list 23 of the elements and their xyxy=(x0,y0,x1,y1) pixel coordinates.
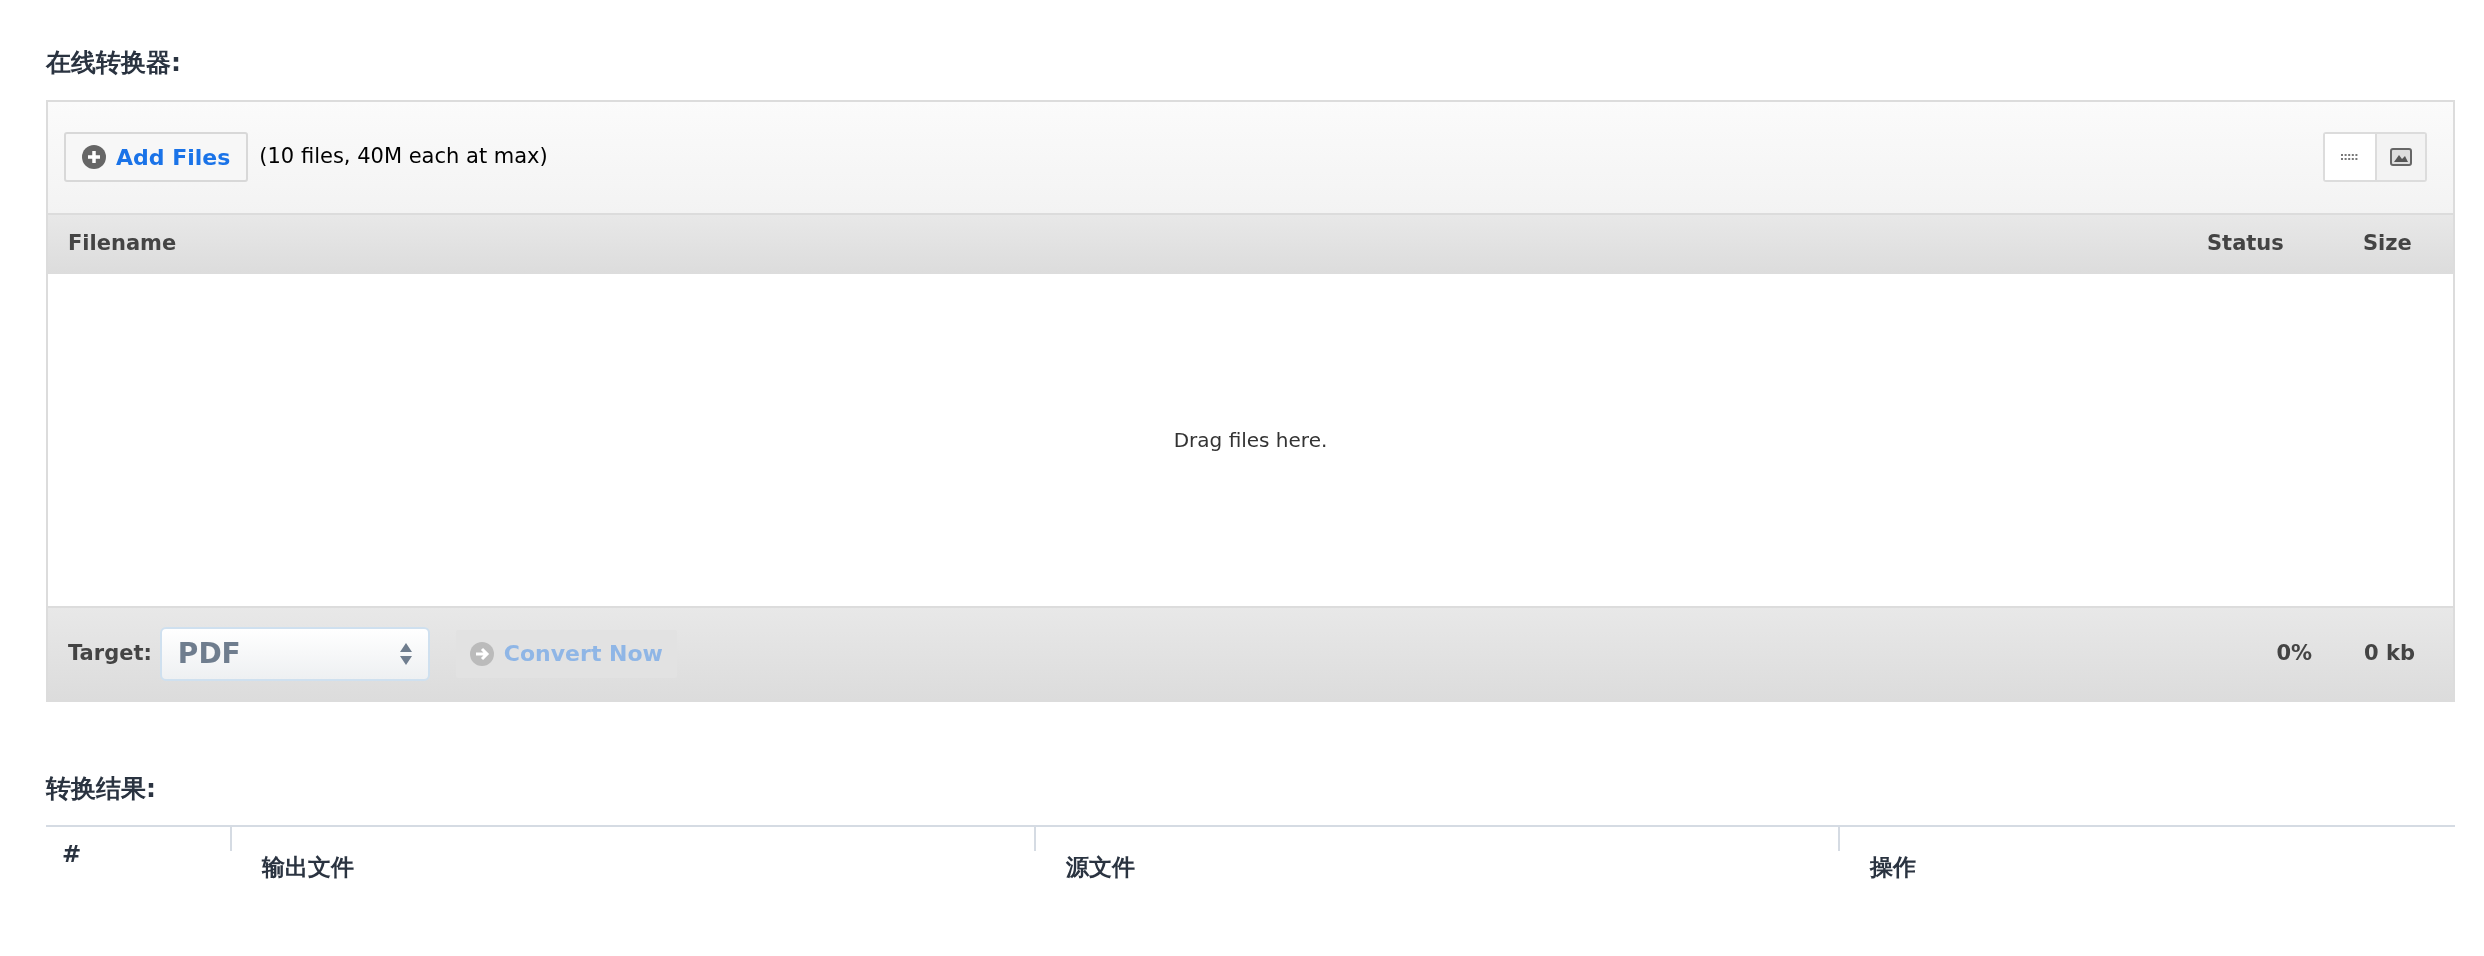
column-header: Filename xyxy=(68,230,178,258)
target-label: Target: xyxy=(68,639,152,667)
column-header: 操作 xyxy=(1870,852,1916,882)
file-limit-note: (10 files, 40M each at max) xyxy=(259,143,548,171)
column-header: 源文件 xyxy=(1066,852,1135,882)
progress-percent: 0% xyxy=(2276,639,2313,667)
section-heading: 在线转换器: xyxy=(46,47,182,79)
total-size: 0 kb xyxy=(2364,639,2415,667)
column-header: Status xyxy=(2207,230,2285,258)
target-select[interactable]: PDF xyxy=(159,626,430,681)
column-header: 输出文件 xyxy=(262,852,354,882)
view-toggle[interactable] xyxy=(2375,134,2425,180)
add-files-button[interactable]: Add Files xyxy=(64,132,249,182)
arrow-circle-icon xyxy=(469,641,494,666)
drop-hint: Drag files here. xyxy=(1173,426,1328,454)
picture-icon xyxy=(2390,148,2412,166)
dotted-lines-icon xyxy=(2341,154,2359,160)
view-toggle[interactable] xyxy=(2325,134,2375,180)
column-header: Size xyxy=(2363,230,2413,258)
section-heading: 转换结果: xyxy=(46,772,157,805)
plus-circle-icon xyxy=(82,145,106,169)
up-down-arrows-icon xyxy=(399,642,412,665)
column-header: # xyxy=(62,839,82,869)
